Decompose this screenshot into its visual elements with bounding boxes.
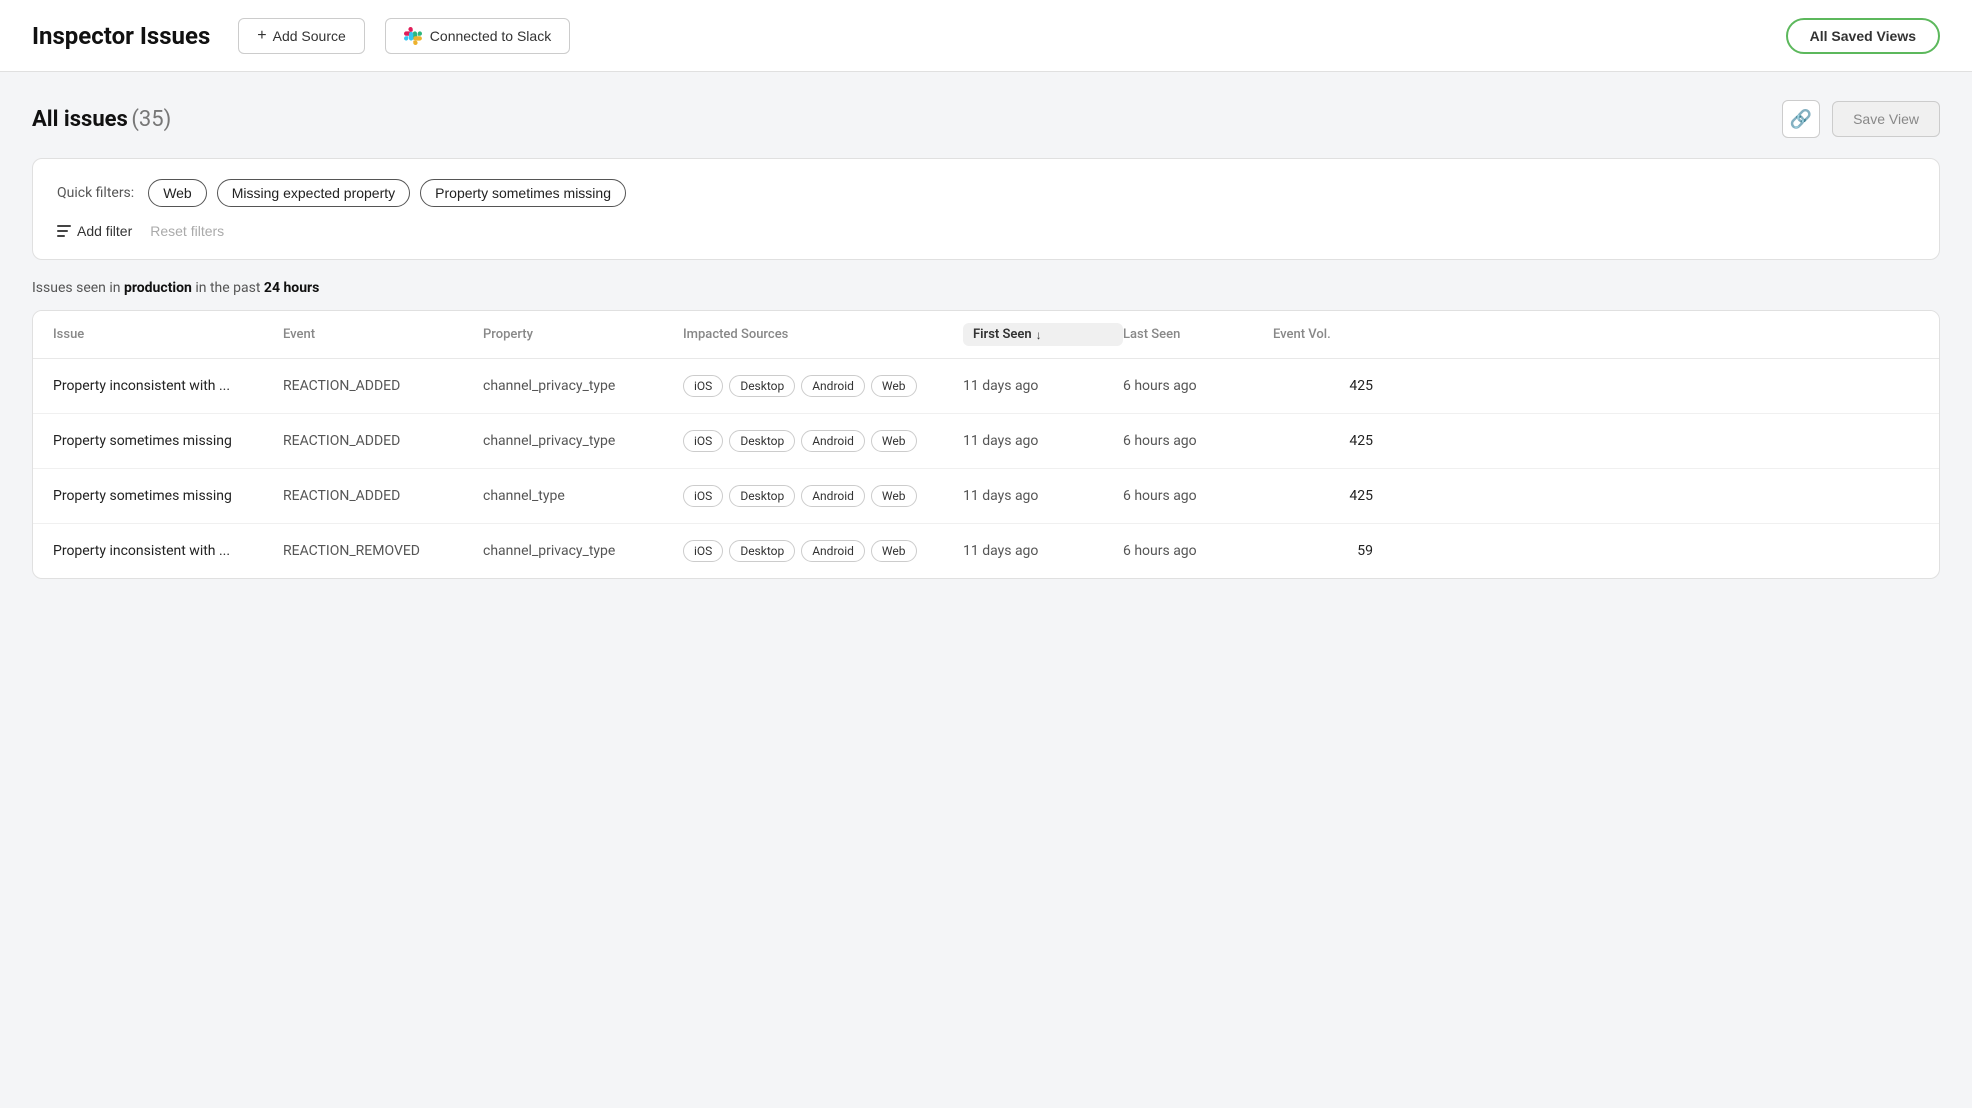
- add-source-label: Add Source: [273, 28, 346, 44]
- cell-last-seen: 6 hours ago: [1123, 543, 1273, 559]
- copy-link-button[interactable]: 🔗: [1782, 100, 1820, 138]
- cell-event-vol: 425: [1273, 433, 1373, 449]
- save-view-button[interactable]: Save View: [1832, 101, 1940, 137]
- page-header: Inspector Issues + Add Source Connected …: [0, 0, 1972, 72]
- cell-event: REACTION_ADDED: [283, 378, 483, 394]
- cell-impacted-sources: iOS Desktop Android Web: [683, 430, 963, 452]
- all-saved-views-button[interactable]: All Saved Views: [1786, 18, 1940, 54]
- plus-icon: +: [257, 27, 266, 45]
- filter-chip[interactable]: Property sometimes missing: [420, 179, 626, 207]
- cell-issue: Property inconsistent with ...: [53, 543, 283, 559]
- source-tag: Web: [871, 540, 917, 562]
- issues-header-right: 🔗 Save View: [1782, 100, 1940, 138]
- all-saved-views-label: All Saved Views: [1810, 28, 1916, 44]
- table-header-first_seen[interactable]: First Seen↓: [963, 323, 1123, 346]
- filter-icon: [57, 225, 71, 237]
- add-filter-row: Add filter Reset filters: [57, 223, 1915, 239]
- filters-panel: Quick filters: Web Missing expected prope…: [32, 158, 1940, 260]
- header-right: All Saved Views: [1786, 18, 1940, 54]
- cell-event-vol: 425: [1273, 488, 1373, 504]
- reset-filters-button[interactable]: Reset filters: [150, 223, 224, 239]
- cell-last-seen: 6 hours ago: [1123, 433, 1273, 449]
- table-header-impacted_sources: Impacted Sources: [683, 323, 963, 346]
- cell-first-seen: 11 days ago: [963, 433, 1123, 449]
- connected-slack-label: Connected to Slack: [430, 28, 551, 44]
- sort-arrow-icon: ↓: [1036, 328, 1042, 342]
- filter-chip[interactable]: Web: [148, 179, 207, 207]
- issues-seen-period: 24 hours: [264, 280, 319, 296]
- table-header-last_seen: Last Seen: [1123, 323, 1273, 346]
- issues-seen-prefix: Issues seen in: [32, 280, 124, 296]
- issues-title: All issues: [32, 107, 128, 132]
- source-tag: iOS: [683, 485, 723, 507]
- source-tag: iOS: [683, 375, 723, 397]
- issues-seen-env: production: [124, 280, 192, 296]
- table-header-property: Property: [483, 323, 683, 346]
- issues-header: All issues (35) 🔗 Save View: [32, 100, 1940, 138]
- cell-first-seen: 11 days ago: [963, 543, 1123, 559]
- cell-issue: Property inconsistent with ...: [53, 378, 283, 394]
- table-body: Property inconsistent with ...REACTION_A…: [33, 359, 1939, 578]
- source-tag: Desktop: [729, 540, 795, 562]
- issues-count: (35): [131, 107, 171, 132]
- table-row[interactable]: Property sometimes missingREACTION_ADDED…: [33, 469, 1939, 524]
- add-filter-label: Add filter: [77, 223, 132, 239]
- source-tag: iOS: [683, 430, 723, 452]
- issues-seen-middle: in the past: [192, 280, 264, 296]
- source-tag: Web: [871, 485, 917, 507]
- filter-chips-container: Web Missing expected property Property som…: [148, 179, 626, 207]
- source-tag: Android: [801, 540, 865, 562]
- source-tag: Web: [871, 430, 917, 452]
- cell-last-seen: 6 hours ago: [1123, 378, 1273, 394]
- cell-event-vol: 59: [1273, 543, 1373, 559]
- cell-issue: Property sometimes missing: [53, 433, 283, 449]
- table-header-event: Event: [283, 323, 483, 346]
- source-tag: Desktop: [729, 375, 795, 397]
- add-filter-button[interactable]: Add filter: [57, 223, 132, 239]
- link-icon: 🔗: [1790, 109, 1812, 130]
- quick-filters-row: Quick filters: Web Missing expected prope…: [57, 179, 1915, 207]
- table-header-issue: Issue: [53, 323, 283, 346]
- main-content: All issues (35) 🔗 Save View Quick filter…: [0, 72, 1972, 607]
- cell-property: channel_privacy_type: [483, 378, 683, 394]
- source-tag: Desktop: [729, 430, 795, 452]
- cell-last-seen: 6 hours ago: [1123, 488, 1273, 504]
- table-header: IssueEventPropertyImpacted SourcesFirst …: [33, 311, 1939, 359]
- cell-impacted-sources: iOS Desktop Android Web: [683, 485, 963, 507]
- connected-slack-button[interactable]: Connected to Slack: [385, 18, 570, 54]
- source-tag: Android: [801, 375, 865, 397]
- cell-event: REACTION_ADDED: [283, 433, 483, 449]
- cell-issue: Property sometimes missing: [53, 488, 283, 504]
- page-title: Inspector Issues: [32, 22, 210, 50]
- table-row[interactable]: Property inconsistent with ...REACTION_A…: [33, 359, 1939, 414]
- table-row[interactable]: Property inconsistent with ...REACTION_R…: [33, 524, 1939, 578]
- source-tag: Android: [801, 430, 865, 452]
- cell-event: REACTION_REMOVED: [283, 543, 483, 559]
- issues-table: IssueEventPropertyImpacted SourcesFirst …: [32, 310, 1940, 579]
- issues-title-group: All issues (35): [32, 107, 171, 132]
- cell-first-seen: 11 days ago: [963, 378, 1123, 394]
- source-tag: Web: [871, 375, 917, 397]
- cell-property: channel_type: [483, 488, 683, 504]
- source-tag: Android: [801, 485, 865, 507]
- source-tag: iOS: [683, 540, 723, 562]
- cell-event: REACTION_ADDED: [283, 488, 483, 504]
- issues-seen-text: Issues seen in production in the past 24…: [32, 280, 1940, 296]
- cell-first-seen: 11 days ago: [963, 488, 1123, 504]
- cell-impacted-sources: iOS Desktop Android Web: [683, 375, 963, 397]
- quick-filters-label: Quick filters:: [57, 185, 134, 201]
- cell-impacted-sources: iOS Desktop Android Web: [683, 540, 963, 562]
- cell-property: channel_privacy_type: [483, 543, 683, 559]
- add-source-button[interactable]: + Add Source: [238, 18, 365, 54]
- cell-property: channel_privacy_type: [483, 433, 683, 449]
- slack-icon: [404, 27, 422, 45]
- cell-event-vol: 425: [1273, 378, 1373, 394]
- source-tag: Desktop: [729, 485, 795, 507]
- table-row[interactable]: Property sometimes missingREACTION_ADDED…: [33, 414, 1939, 469]
- filter-chip[interactable]: Missing expected property: [217, 179, 410, 207]
- table-header-event_vol: Event Vol.: [1273, 323, 1373, 346]
